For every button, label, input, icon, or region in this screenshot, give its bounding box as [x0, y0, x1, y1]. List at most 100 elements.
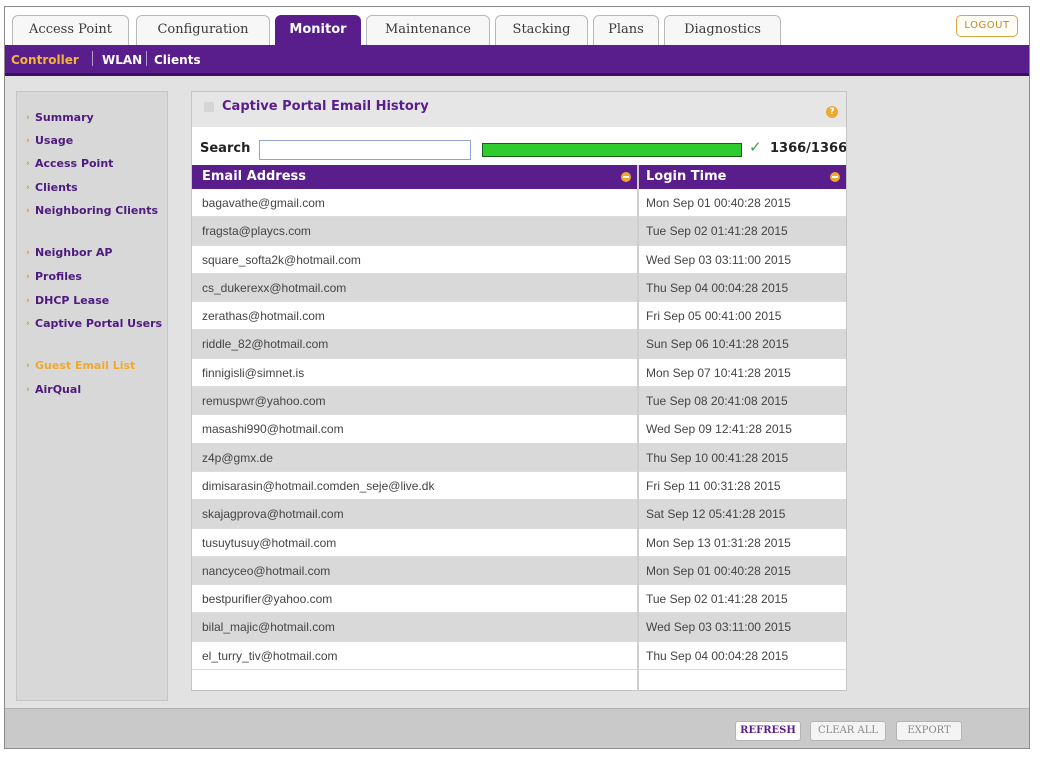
table-row[interactable]: tusuytusuy@hotmail.com Mon Sep 13 01:31:2…: [192, 528, 846, 557]
email-cell: bagavathe@gmail.com: [202, 196, 325, 210]
email-cell: z4p@gmx.de: [202, 450, 273, 465]
sort-icon[interactable]: [621, 172, 631, 182]
sub-navigation: Controller WLAN Clients: [5, 45, 1029, 76]
bullet-icon: ›: [26, 385, 30, 395]
login-time-cell: Thu Sep 04 00:04:28 2015: [646, 280, 789, 295]
export-button[interactable]: EXPORT: [896, 721, 962, 741]
bullet-icon: ›: [26, 248, 30, 258]
table-row[interactable]: finnigisli@simnet.is Mon Sep 07 10:41:28 …: [192, 358, 846, 388]
login-time-cell: Tue Sep 02 01:41:28 2015: [646, 592, 788, 607]
clear-all-button[interactable]: CLEAR ALL: [810, 721, 886, 741]
record-count: 1366/1366: [770, 141, 847, 156]
column-header-email[interactable]: Email Address: [202, 165, 306, 189]
email-cell: bestpurifier@yahoo.com: [202, 592, 333, 607]
sidebar-item-label: Clients: [35, 181, 78, 194]
tab-plans[interactable]: Plans: [593, 15, 659, 45]
sort-icon[interactable]: [830, 172, 840, 182]
login-time-cell: Tue Sep 02 01:41:28 2015: [646, 224, 788, 239]
login-time-cell: Sun Sep 06 10:41:28 2015: [646, 337, 789, 352]
column-header-login-time[interactable]: Login Time: [646, 165, 726, 189]
bullet-icon: ›: [26, 113, 30, 123]
table-row[interactable]: skajagprova@hotmail.com Sat Sep 12 05:41:…: [192, 500, 846, 529]
collapse-icon[interactable]: [204, 102, 214, 112]
tab-configuration[interactable]: Configuration: [136, 15, 270, 45]
refresh-button[interactable]: REFRESH: [735, 721, 801, 741]
bullet-icon: ›: [26, 183, 30, 193]
panel-header: Captive Portal Email History ?: [192, 92, 846, 127]
email-cell: fragsta@playcs.com: [202, 224, 311, 239]
table-row[interactable]: bagavathe@gmail.com Mon Sep 01 00:40:28 2…: [192, 189, 846, 218]
email-cell: bilal_majic@hotmail.com: [202, 620, 335, 635]
email-history-panel: Captive Portal Email History ? Search ✓ …: [191, 91, 847, 691]
tab-stacking[interactable]: Stacking: [495, 15, 588, 45]
sidebar-item-summary[interactable]: › Summary: [26, 111, 165, 124]
logout-button[interactable]: LOGOUT: [956, 15, 1018, 37]
login-time-cell: Wed Sep 03 03:11:00 2015: [646, 620, 792, 635]
email-cell: zerathas@hotmail.com: [202, 309, 325, 324]
sidebar-item-captive-portal-users[interactable]: › Captive Portal Users: [26, 317, 165, 330]
email-cell: square_softa2k@hotmail.com: [202, 252, 361, 267]
table-row[interactable]: nancyceo@hotmail.com Mon Sep 01 00:40:28 …: [192, 556, 846, 586]
checkmark-icon: ✓: [749, 138, 762, 156]
table-row[interactable]: riddle_82@hotmail.com Sun Sep 06 10:41:28…: [192, 330, 846, 359]
sidebar-item-label: Summary: [35, 111, 94, 124]
table-row[interactable]: fragsta@playcs.com Tue Sep 02 01:41:28 20…: [192, 217, 846, 246]
bullet-icon: ›: [26, 296, 30, 306]
table-row[interactable]: bilal_majic@hotmail.com Wed Sep 03 03:11:…: [192, 613, 846, 642]
sidebar-item-label: Usage: [35, 134, 74, 147]
sidebar-item-label: Access Point: [35, 157, 114, 170]
email-cell: dimisarasin@hotmail.comden_seje@live.dk: [202, 478, 435, 493]
sidebar-item-profiles[interactable]: › Profiles: [26, 271, 165, 283]
sidebar-item-access-point[interactable]: › Access Point: [26, 157, 165, 170]
login-time-cell: Fri Sep 11 00:31:28 2015: [646, 478, 781, 493]
sidebar-item-label: Guest Email List: [35, 359, 136, 372]
table-row[interactable]: dimisarasin@hotmail.comden_seje@live.dk F…: [192, 471, 846, 501]
login-time-cell: Thu Sep 04 00:04:28 2015: [646, 648, 789, 663]
table-row[interactable]: cs_dukerexx@hotmail.com Thu Sep 04 00:04:…: [192, 273, 846, 303]
email-cell: cs_dukerexx@hotmail.com: [202, 280, 347, 295]
progress-fill: [483, 144, 741, 156]
sidebar-item-label: DHCP Lease: [35, 294, 110, 307]
bullet-icon: ›: [26, 206, 30, 216]
bullet-icon: ›: [26, 319, 30, 329]
subnav-separator: [92, 51, 93, 66]
table-row[interactable]: masashi990@hotmail.com Wed Sep 09 12:41:2…: [192, 415, 846, 444]
tab-diagnostics[interactable]: Diagnostics: [664, 15, 781, 45]
sidebar-item-neighbor-ap[interactable]: › Neighbor AP: [26, 247, 165, 259]
table-row[interactable]: bestpurifier@yahoo.com Tue Sep 02 01:41:2…: [192, 585, 846, 614]
table-header: Email Address Login Time: [192, 165, 846, 189]
tab-maintenance[interactable]: Maintenance: [366, 15, 490, 45]
sidebar-item-label: Captive Portal Users: [35, 317, 163, 330]
panel-title: Captive Portal Email History: [222, 99, 429, 114]
sidebar-item-neighboring-clients[interactable]: › Neighboring Clients: [26, 205, 165, 217]
table-row[interactable]: zerathas@hotmail.com Fri Sep 05 00:41:00 …: [192, 302, 846, 331]
email-cell: nancyceo@hotmail.com: [202, 563, 331, 578]
app-window: Access Point Configuration Monitor Maint…: [4, 6, 1030, 749]
tab-monitor[interactable]: Monitor: [275, 15, 361, 45]
login-time-cell: Tue Sep 08 20:41:08 2015: [646, 394, 788, 409]
sidebar-item-dhcp-lease[interactable]: › DHCP Lease: [26, 294, 165, 307]
bullet-icon: ›: [26, 136, 30, 146]
sidebar-item-usage[interactable]: › Usage: [26, 134, 165, 147]
subnav-clients[interactable]: Clients: [154, 53, 201, 67]
help-icon[interactable]: ?: [826, 106, 838, 118]
search-label: Search: [200, 141, 251, 156]
table-row[interactable]: z4p@gmx.de Thu Sep 10 00:41:28 2015: [192, 443, 846, 472]
bullet-icon: ›: [26, 272, 30, 282]
table-row[interactable]: el_turry_tiv@hotmail.com Thu Sep 04 00:04…: [192, 641, 846, 671]
email-cell: riddle_82@hotmail.com: [202, 337, 329, 352]
table-row[interactable]: square_softa2k@hotmail.com Wed Sep 03 03:…: [192, 245, 846, 274]
email-cell: skajagprova@hotmail.com: [202, 507, 344, 522]
subnav-wlan[interactable]: WLAN: [102, 53, 142, 67]
sidebar-item-clients[interactable]: › Clients: [26, 181, 165, 194]
subnav-controller[interactable]: Controller: [11, 53, 79, 67]
table-row[interactable]: remuspwr@yahoo.com Tue Sep 08 20:41:08 20…: [192, 387, 846, 416]
bullet-icon: ›: [26, 159, 30, 169]
login-time-cell: Fri Sep 05 00:41:00 2015: [646, 309, 782, 324]
sidebar-item-guest-email-list[interactable]: › Guest Email List: [26, 359, 165, 372]
search-input[interactable]: [259, 140, 471, 160]
tab-access-point[interactable]: Access Point: [12, 15, 129, 45]
sidebar-item-airqual[interactable]: › AirQual: [26, 384, 165, 396]
login-time-cell: Wed Sep 03 03:11:00 2015: [646, 252, 792, 267]
load-progress-bar: [482, 143, 742, 157]
